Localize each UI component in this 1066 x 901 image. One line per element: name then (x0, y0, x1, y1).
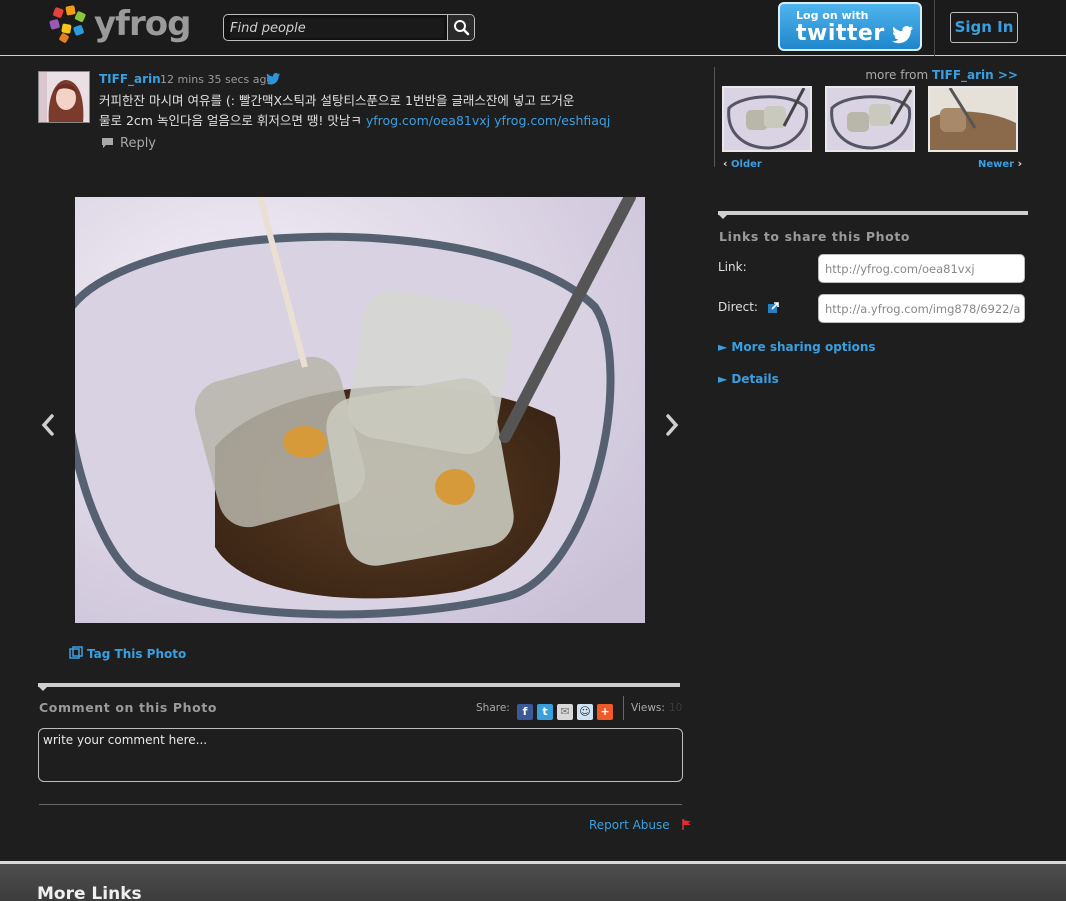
twitter-share-icon[interactable]: t (537, 704, 553, 720)
avatar-image (39, 72, 89, 122)
red-flag-icon (681, 819, 691, 830)
post-timestamp: 12 mins 35 secs ago (160, 73, 274, 86)
header-divider (934, 0, 935, 56)
tweet-text-line-2: 물로 2cm 녹인다음 얼음으로 휘저으면 땡! 맛남ㅋ yfrog.com/o… (99, 111, 639, 131)
search-icon (454, 20, 470, 36)
newer-photo-link[interactable]: Newer › (978, 157, 1022, 170)
thumbnail-1[interactable] (722, 86, 812, 152)
reddit-share-icon[interactable]: ☺ (577, 704, 593, 720)
thumbnail-3-image (930, 88, 1016, 150)
share-section-title: Links to share this Photo (719, 229, 911, 244)
post-username-link[interactable]: TIFF_arin (99, 72, 161, 86)
reply-label: Reply (120, 136, 157, 151)
search-input[interactable] (230, 18, 444, 38)
thumbnail-1-image (724, 88, 810, 150)
share-icons: f t ✉ ☺ + (517, 700, 617, 720)
direct-input[interactable] (825, 301, 1021, 317)
iced-coffee-photo (75, 197, 645, 623)
yfrog-logo[interactable]: yfrog (48, 4, 194, 46)
views-count: 10 (668, 702, 683, 714)
views-divider (623, 696, 624, 720)
thumbnail-2-image (827, 88, 913, 150)
thumbnail-2[interactable] (825, 86, 915, 152)
chevron-left-icon: ‹ (723, 157, 728, 170)
tweet-link-2[interactable]: yfrog.com/eshfiaqj (494, 113, 610, 128)
tweet-link-1[interactable]: yfrog.com/oea81vxj (366, 113, 490, 128)
sign-in-button[interactable]: Sign In (950, 12, 1018, 43)
twitter-bird-icon (892, 26, 913, 44)
sidebar-divider (714, 67, 715, 167)
link-field (818, 254, 1025, 283)
details-link[interactable]: ► Details (718, 372, 779, 386)
tag-this-photo-label: Tag This Photo (87, 647, 187, 661)
tag-icon (69, 646, 83, 659)
more-sharing-options-link[interactable]: ► More sharing options (718, 340, 876, 354)
twitter-source-icon[interactable] (266, 73, 281, 85)
comment-section-bar (38, 683, 680, 691)
comment-section-title: Comment on this Photo (39, 700, 218, 715)
tag-this-photo-link[interactable]: Tag This Photo (69, 646, 186, 661)
main-photo[interactable] (75, 197, 645, 623)
comment-divider (39, 804, 682, 805)
addthis-share-icon[interactable]: + (597, 704, 613, 720)
report-abuse-label: Report Abuse (589, 818, 670, 832)
footer: More Links (0, 864, 1066, 901)
more-from-username[interactable]: TIFF_arin >> (932, 68, 1018, 82)
direct-label-wrap: Direct: (718, 300, 779, 314)
search-button[interactable] (447, 15, 474, 40)
tweet-text-line-1: 커피한잔 마시며 여유를 (: 빨간맥X스틱과 설탕티스푼으로 1번반을 글래스… (99, 93, 575, 108)
more-from-user[interactable]: more from TIFF_arin >> (865, 68, 1018, 82)
views-counter: Views: 10 (631, 702, 682, 714)
more-from-prefix: more from (865, 68, 929, 82)
comment-box (38, 728, 683, 782)
section-bar-nub (38, 686, 48, 691)
top-header: yfrog Log on with twitter Sign In (0, 0, 1066, 56)
logo-text: yfrog (94, 4, 191, 44)
share-section-bar (718, 211, 1028, 219)
next-photo-arrow-icon[interactable] (664, 413, 680, 437)
views-label: Views: (631, 702, 665, 714)
twitter-login-big-text: twitter (796, 21, 885, 46)
email-share-icon[interactable]: ✉ (557, 704, 573, 720)
tweet-text: 커피한잔 마시며 여유를 (: 빨간맥X스틱과 설탕티스푼으로 1번반을 글래스… (99, 91, 639, 131)
yfrog-logo-icon (49, 5, 86, 43)
external-link-icon[interactable] (767, 302, 779, 313)
share-label: Share: (476, 702, 510, 714)
user-avatar[interactable] (38, 71, 90, 123)
comment-input[interactable] (43, 733, 677, 777)
section-bar-nub (718, 214, 728, 219)
report-abuse-link[interactable]: Report Abuse (589, 818, 692, 832)
speech-bubble-icon (102, 138, 113, 148)
tweet-text-line-2-body: 물로 2cm 녹인다음 얼음으로 휘저으면 땡! 맛남ㅋ (99, 113, 362, 128)
previous-photo-arrow-icon[interactable] (40, 413, 56, 437)
facebook-share-icon[interactable]: f (517, 704, 533, 720)
direct-label: Direct: (718, 300, 758, 314)
people-search (223, 14, 475, 41)
newer-label: Newer (978, 159, 1015, 170)
thumbnail-3[interactable] (928, 86, 1018, 152)
direct-field (818, 294, 1025, 323)
link-input[interactable] (825, 261, 1021, 277)
footer-title: More Links (37, 884, 142, 901)
link-label: Link: (718, 260, 747, 274)
older-label: Older (731, 159, 762, 170)
chevron-right-icon: › (1017, 157, 1023, 170)
older-photo-link[interactable]: ‹ Older (723, 157, 762, 170)
twitter-login-button[interactable]: Log on with twitter (778, 2, 922, 51)
reply-button[interactable]: Reply (101, 136, 156, 151)
